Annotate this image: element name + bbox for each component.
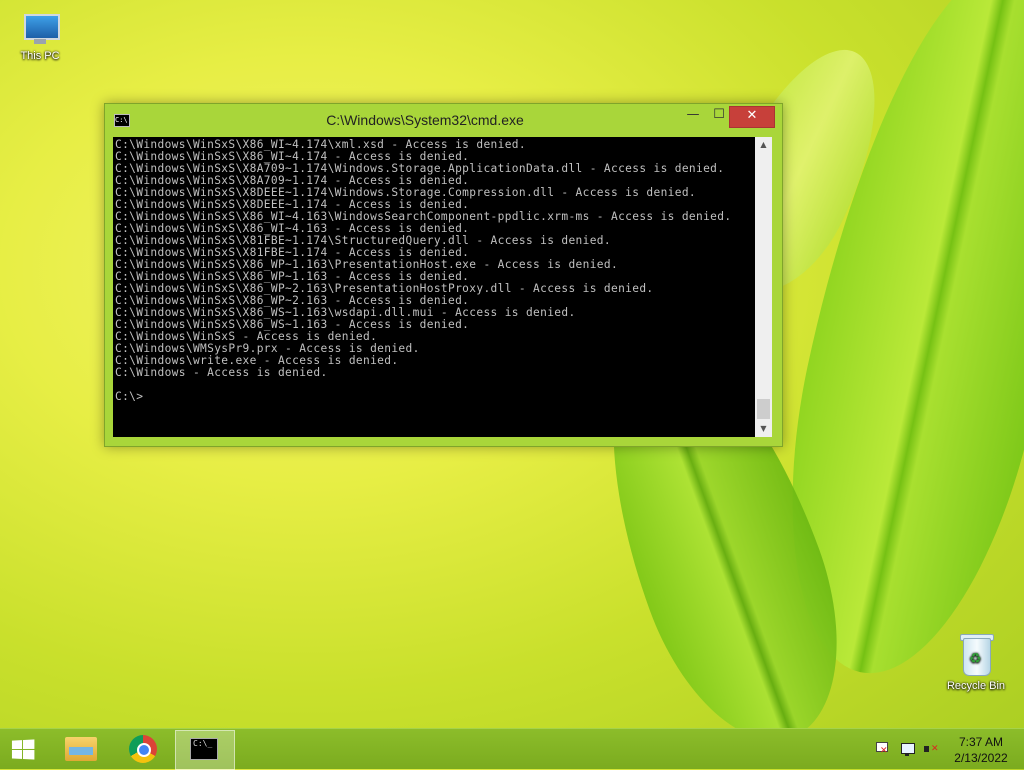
scrollbar-thumb[interactable] bbox=[757, 399, 770, 419]
taskbar-chrome[interactable] bbox=[114, 730, 172, 768]
desktop-icon-this-pc[interactable]: This PC bbox=[0, 12, 80, 62]
system-clock[interactable]: 7:37 AM 2/13/2022 bbox=[946, 734, 1016, 766]
folder-icon bbox=[65, 737, 97, 761]
console-text: C:\Windows\WinSxS\X86_WI~4.174\xml.xsd -… bbox=[115, 138, 732, 403]
recycle-bin-icon: ♻ bbox=[960, 632, 994, 676]
minimize-button[interactable]: — bbox=[680, 106, 706, 126]
scroll-up-arrow-icon[interactable]: ▲ bbox=[755, 137, 772, 153]
taskbar-command-prompt[interactable]: C:\_ bbox=[175, 730, 235, 770]
vertical-scrollbar[interactable]: ▲ ▼ bbox=[755, 137, 772, 437]
windows-logo-icon bbox=[11, 739, 36, 760]
taskbar: C:\_ 7:37 AM 2/13/2022 bbox=[0, 728, 1024, 770]
clock-date: 2/13/2022 bbox=[954, 751, 1008, 765]
scroll-down-arrow-icon[interactable]: ▼ bbox=[755, 421, 772, 437]
desktop-icon-label: Recycle Bin bbox=[946, 680, 1006, 692]
cmd-icon: C:\_ bbox=[190, 738, 218, 760]
action-center-flag-icon[interactable] bbox=[874, 741, 890, 757]
console-output[interactable]: C:\Windows\WinSxS\X86_WI~4.174\xml.xsd -… bbox=[113, 137, 755, 437]
taskbar-file-explorer[interactable] bbox=[52, 730, 110, 768]
network-icon[interactable] bbox=[899, 741, 915, 757]
close-button[interactable]: ✕ bbox=[729, 106, 775, 128]
desktop-icon-recycle-bin[interactable]: ♻ Recycle Bin bbox=[936, 632, 1016, 692]
start-button[interactable] bbox=[6, 735, 40, 763]
volume-muted-icon[interactable] bbox=[923, 741, 939, 757]
clock-time: 7:37 AM bbox=[958, 735, 1004, 749]
computer-icon bbox=[20, 12, 60, 46]
cmd-window[interactable]: C:\ C:\Windows\System32\cmd.exe — ☐ ✕ C:… bbox=[104, 103, 783, 447]
chrome-icon bbox=[129, 735, 157, 763]
desktop-icon-label: This PC bbox=[20, 50, 60, 62]
window-title: C:\Windows\System32\cmd.exe bbox=[326, 112, 524, 128]
window-titlebar[interactable]: C:\ C:\Windows\System32\cmd.exe — ☐ ✕ bbox=[105, 104, 782, 135]
